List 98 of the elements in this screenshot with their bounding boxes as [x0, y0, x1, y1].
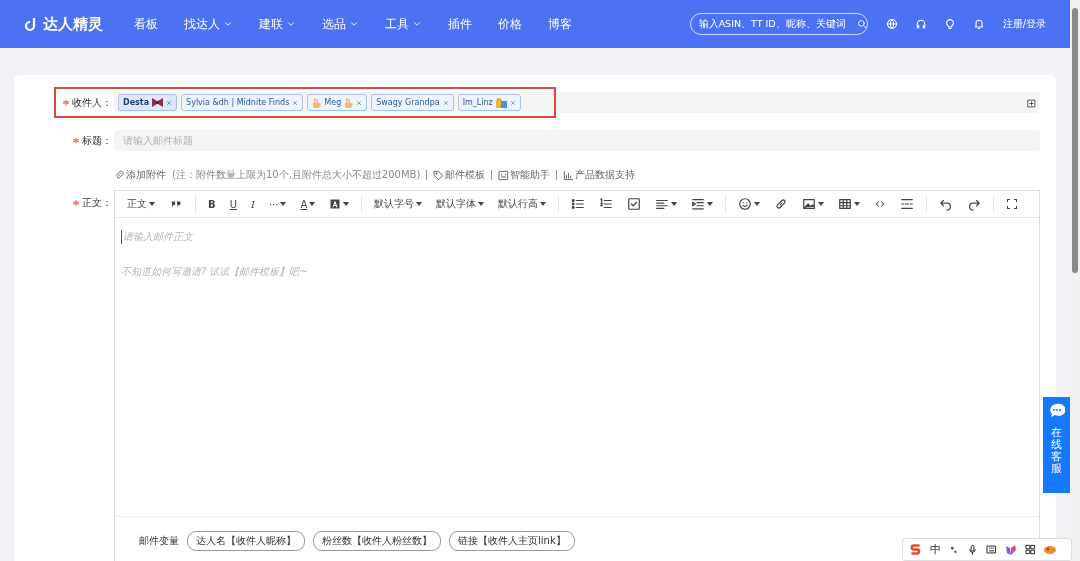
indent-icon — [691, 197, 706, 211]
caret-icon — [818, 201, 825, 207]
numbered-list-icon — [599, 197, 614, 211]
smiley-icon — [738, 197, 753, 211]
nav-item[interactable]: 博客 — [548, 15, 572, 33]
shopping-bag-icon — [495, 97, 507, 108]
keyboard-icon — [986, 544, 997, 555]
nav-item[interactable]: 建联 — [259, 15, 296, 33]
hint-text: 不知道如何写邀请? 试试【邮件模板】吧~ — [121, 265, 309, 279]
punctuation-icon — [949, 544, 959, 555]
microphone-icon — [967, 544, 978, 555]
undo-icon — [939, 197, 954, 211]
toolbar-button[interactable]: U — [223, 196, 243, 212]
table-icon — [838, 197, 853, 211]
bullet-list-icon — [571, 197, 586, 211]
attachment-link[interactable]: 添加附件 — [114, 168, 166, 182]
bow-icon — [152, 98, 164, 107]
nav-item[interactable]: 选品 — [322, 15, 359, 33]
bar-chart-icon — [563, 169, 575, 181]
brand-name: 达人精灵 — [43, 14, 103, 34]
caret-icon — [540, 201, 547, 207]
variable-chip[interactable]: 链接【收件人主页link】 — [449, 531, 575, 551]
variable-chip[interactable]: 达人名【收件人昵称】 — [187, 531, 305, 551]
hand-icon — [312, 97, 322, 108]
redo-icon — [967, 197, 982, 211]
recipient-tag[interactable]: Desta — [118, 94, 178, 111]
link-icon — [774, 197, 789, 211]
support-button[interactable]: 在线客服 — [1043, 397, 1070, 493]
search-icon — [856, 19, 867, 29]
close-icon — [442, 99, 449, 106]
login-link[interactable]: 注册/登录 — [1002, 17, 1046, 31]
attachment-note: (注：附件数量上限为10个,且附件总大小不超过200MB) — [172, 168, 421, 182]
caret-icon — [854, 201, 861, 207]
grid-icon — [1025, 544, 1036, 555]
nav-item[interactable]: 价格 — [498, 15, 522, 33]
toolbar-button[interactable]: ··· — [262, 196, 293, 212]
close-icon — [356, 99, 363, 106]
robot-icon — [498, 169, 510, 181]
caret-icon — [349, 19, 359, 29]
caret-icon — [223, 19, 233, 29]
field-label: 标题： — [73, 133, 112, 148]
caret-icon — [671, 201, 678, 207]
checkbox-icon — [627, 197, 642, 211]
tag-icon — [433, 169, 445, 181]
recipient-tag[interactable]: Meg — [307, 94, 368, 111]
toolbar-button[interactable]: 默认行高 — [492, 196, 553, 212]
close-icon — [292, 99, 299, 106]
toolbar-button[interactable]: I — [244, 196, 261, 212]
field-label: 正文： — [73, 196, 112, 210]
ime-mode[interactable]: 中 — [930, 542, 941, 557]
toolbar-button[interactable]: 正文 — [121, 196, 161, 212]
fullscreen-icon — [1006, 198, 1019, 210]
field-label: 收件人： — [63, 95, 112, 110]
close-icon — [166, 99, 173, 106]
recipient-field[interactable]: Desta Sylvia &dh | Midnite Finds Meg Swagy Grandpa Im_Linz — [114, 92, 1040, 113]
bell-icon — [972, 18, 985, 30]
nav-item[interactable]: 找达人 — [184, 15, 233, 33]
code-icon — [874, 198, 887, 210]
toolbar-button[interactable]: B — [202, 196, 222, 212]
body-placeholder: 请输入邮件正文 — [121, 230, 1033, 244]
nav-item[interactable]: 看板 — [134, 15, 158, 33]
add-icon — [1027, 99, 1036, 108]
globe-icon — [885, 18, 898, 30]
caret-icon — [280, 201, 287, 207]
chat-icon — [1048, 403, 1065, 418]
toolbar-button[interactable]: 默认字体 — [430, 196, 491, 212]
caret-icon — [416, 201, 423, 207]
attachment-link[interactable]: 智能助手 — [498, 168, 551, 182]
caret-icon — [343, 201, 350, 207]
recipient-tag[interactable]: Im_Linz — [457, 94, 521, 111]
image-icon — [802, 197, 817, 211]
horizontal-rule-icon — [900, 197, 915, 211]
caret-icon — [149, 201, 155, 207]
caret-icon — [309, 201, 316, 207]
hand-icon — [344, 97, 354, 108]
nav-item[interactable]: 工具 — [385, 15, 422, 33]
variables-label: 邮件变量 — [139, 534, 179, 548]
caret-icon — [478, 201, 485, 207]
caret-icon — [412, 19, 422, 29]
caret-icon — [754, 201, 761, 207]
recipient-tag[interactable]: Swagy Grandpa — [371, 94, 454, 111]
toolbar-button[interactable]: 默认字号 — [368, 196, 429, 212]
variable-chip[interactable]: 粉丝数【收件人粉丝数】 — [313, 531, 441, 551]
caret-icon — [707, 201, 714, 207]
headset-icon — [914, 18, 927, 30]
lightbulb-icon — [943, 18, 956, 30]
align-icon — [655, 197, 670, 211]
caret-icon — [286, 19, 296, 29]
close-icon — [509, 99, 516, 106]
nav-item[interactable]: 插件 — [448, 15, 472, 33]
toolbar-button[interactable]: A — [294, 196, 322, 212]
recipient-tag[interactable]: Sylvia &dh | Midnite Finds — [181, 94, 304, 111]
paperclip-icon — [114, 169, 125, 181]
attachment-link[interactable]: 邮件模板 — [433, 168, 486, 182]
attachment-link[interactable]: 产品数据支持 — [563, 168, 636, 182]
ime-logo-icon — [909, 543, 922, 556]
highlight-icon — [329, 198, 342, 210]
logo-icon — [22, 16, 38, 32]
